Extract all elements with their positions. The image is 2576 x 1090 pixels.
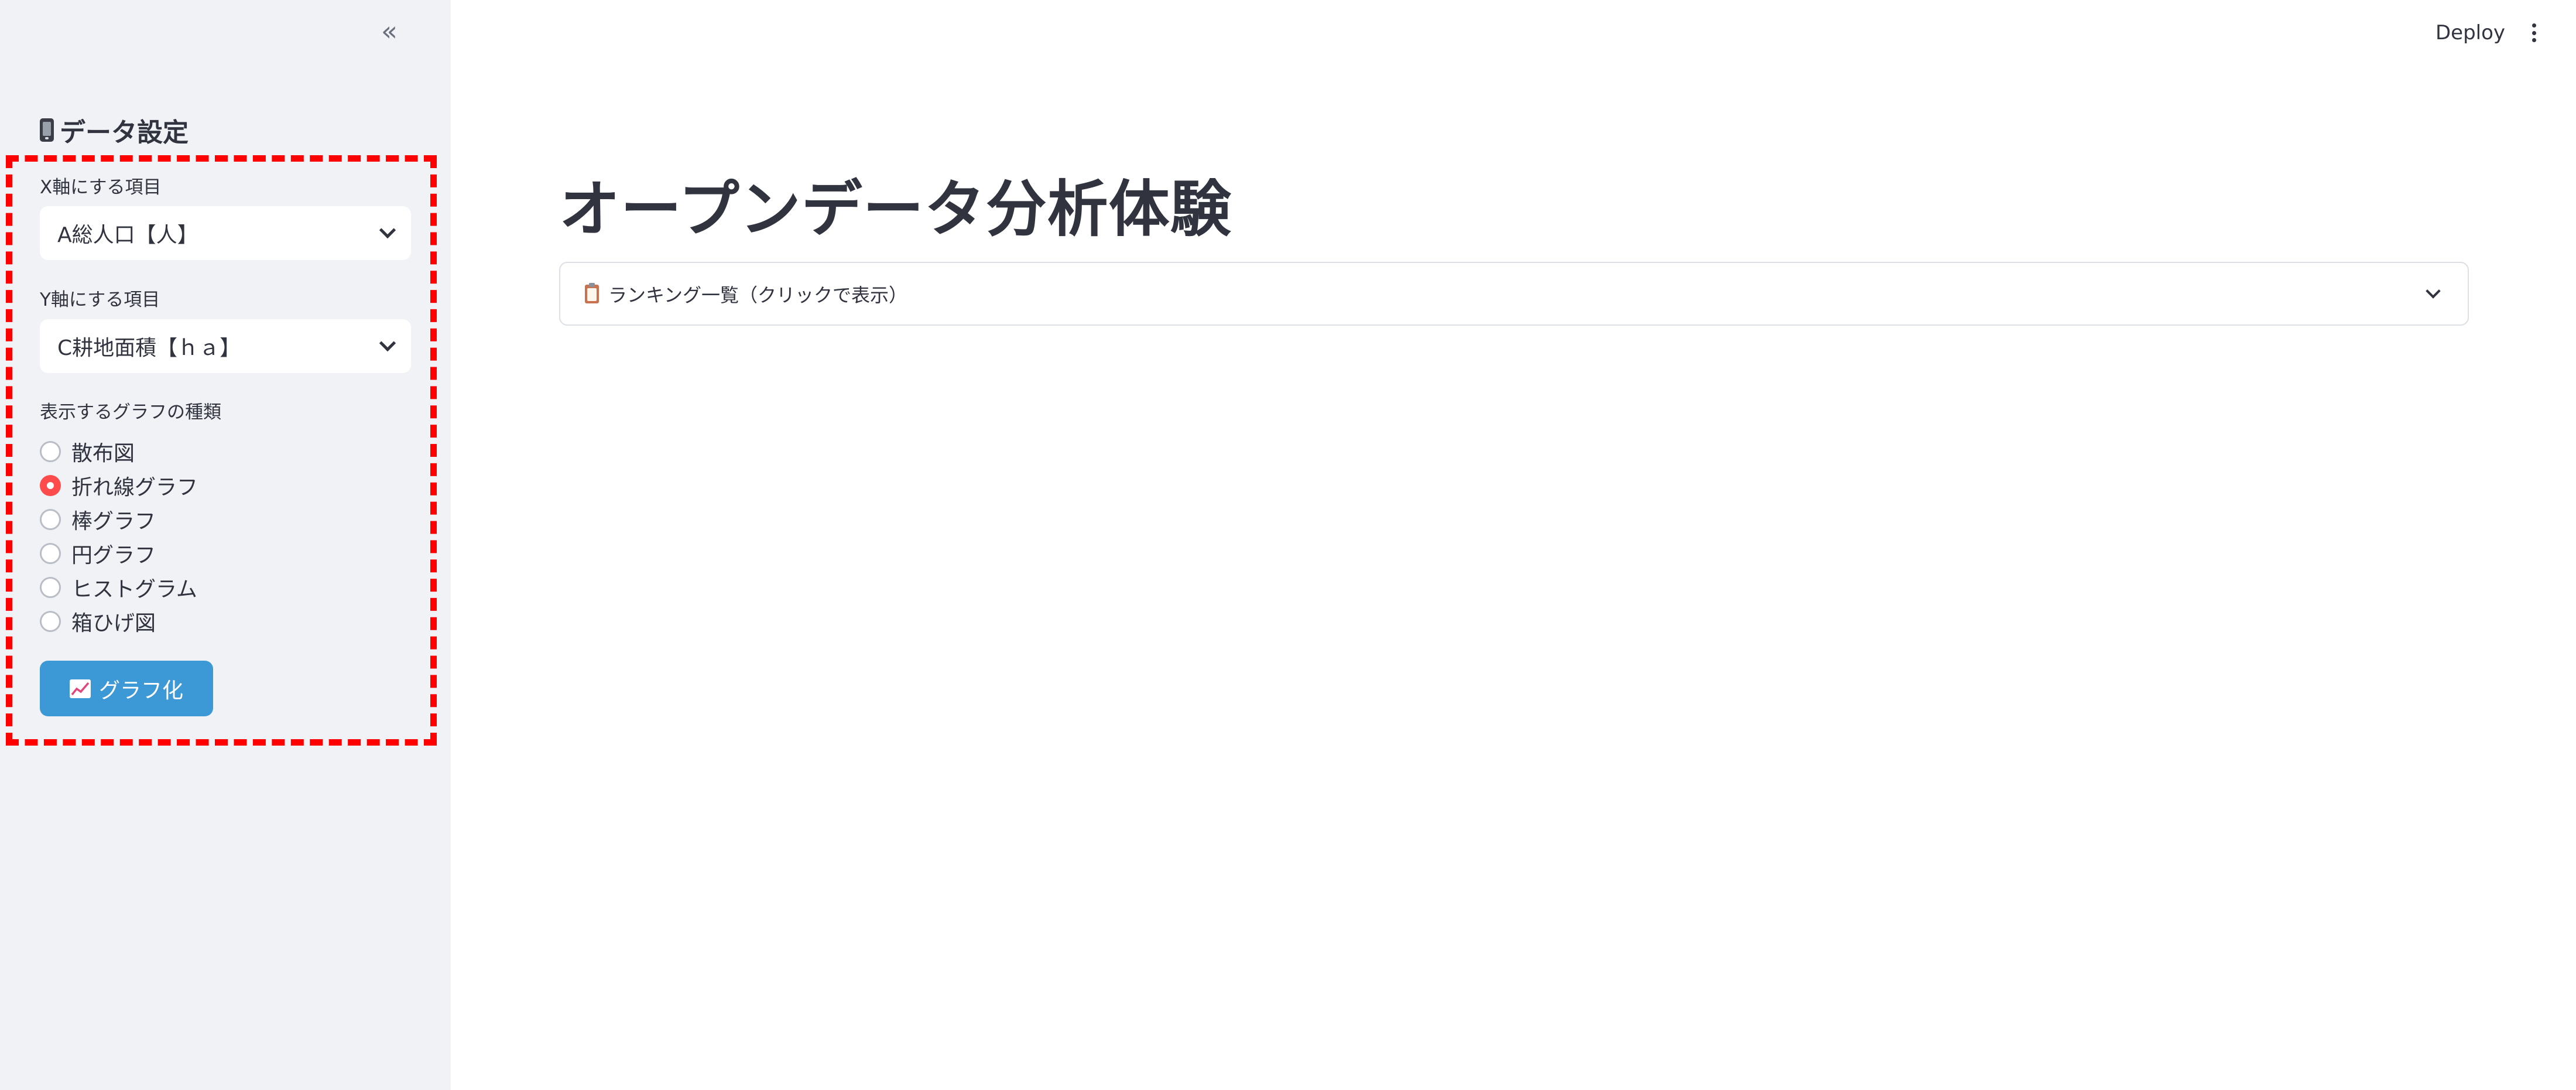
radio-option-scatter[interactable]: 散布図 [40, 436, 135, 467]
radio-button[interactable] [40, 441, 61, 462]
y-axis-select[interactable]: C耕地面積【ｈａ】 [40, 319, 411, 373]
chevron-down-icon [2426, 283, 2441, 299]
sidebar-title: データ設定 [40, 111, 189, 149]
chart-type-label: 表示するグラフの種類 [40, 402, 221, 423]
radio-option-pie[interactable]: 円グラフ [40, 538, 156, 569]
radio-button[interactable] [40, 543, 61, 564]
page-title: オープンデータ分析体験 [559, 173, 1232, 245]
expander-label: ランキング一覧（クリックで表示） [608, 283, 908, 306]
sidebar-title-text: データ設定 [60, 118, 189, 148]
radio-option-label: 棒グラフ [71, 510, 156, 534]
x-axis-label: X軸にする項目 [40, 177, 162, 198]
radio-option-label: 折れ線グラフ [71, 476, 198, 500]
y-axis-label: Y軸にする項目 [40, 289, 160, 310]
graph-button-label: グラフ化 [98, 678, 183, 703]
radio-option-bar[interactable]: 棒グラフ [40, 504, 156, 535]
deploy-button[interactable]: Deploy [2435, 21, 2505, 45]
radio-button[interactable] [40, 509, 61, 530]
radio-option-line[interactable]: 折れ線グラフ [40, 470, 198, 501]
kebab-menu-icon[interactable] [2527, 21, 2541, 45]
radio-option-label: 円グラフ [71, 544, 156, 568]
double-chevron-left-icon: « [381, 15, 398, 47]
y-axis-selected-value: C耕地面積【ｈａ】 [57, 336, 241, 360]
radio-button-selected[interactable] [40, 475, 61, 496]
chart-increasing-icon [69, 679, 91, 698]
radio-option-boxplot[interactable]: 箱ひげ図 [40, 606, 156, 637]
mobile-phone-icon [40, 118, 54, 142]
expander-header: ランキング一覧（クリックで表示） [585, 281, 907, 307]
x-axis-select[interactable]: A総人口【人】 [40, 206, 411, 260]
radio-option-label: 散布図 [71, 442, 135, 466]
radio-button[interactable] [40, 611, 61, 632]
sidebar: « データ設定 X軸にする項目 A総人口【人】 Y軸にする項目 C耕地面積【ｈａ… [0, 0, 451, 1090]
radio-option-histogram[interactable]: ヒストグラム [40, 572, 197, 603]
ranking-expander[interactable]: ランキング一覧（クリックで表示） [559, 262, 2469, 326]
clipboard-icon [585, 282, 599, 303]
app-root: « データ設定 X軸にする項目 A総人口【人】 Y軸にする項目 C耕地面積【ｈａ… [0, 0, 2576, 1090]
chevron-down-icon [379, 221, 396, 239]
radio-button[interactable] [40, 577, 61, 598]
chevron-down-icon [379, 334, 396, 352]
x-axis-selected-value: A総人口【人】 [57, 223, 198, 247]
radio-option-label: 箱ひげ図 [71, 611, 156, 635]
collapse-sidebar-button[interactable]: « [375, 15, 404, 47]
graph-button[interactable]: グラフ化 [40, 661, 213, 716]
radio-option-label: ヒストグラム [71, 578, 197, 602]
